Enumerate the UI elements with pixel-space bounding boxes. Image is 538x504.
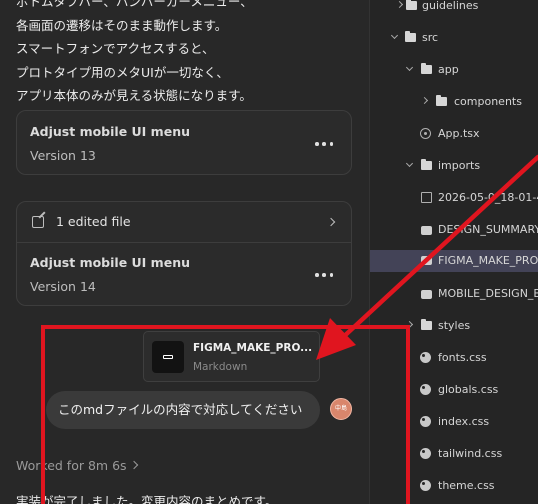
tree-item-components[interactable]: components	[370, 92, 538, 112]
markdown-file-icon	[421, 226, 432, 235]
css-file-icon	[420, 384, 431, 395]
message-line: ボトムタブバー、ハンバーガーメニュー、	[16, 0, 253, 9]
chevron-right-icon	[395, 0, 404, 9]
tree-item-src[interactable]: src	[370, 28, 538, 48]
css-file-icon	[420, 352, 431, 363]
folder-icon	[436, 95, 447, 106]
tree-item-label: FIGMA_MAKE_PRO	[438, 254, 538, 267]
css-file-icon	[420, 416, 431, 427]
annotation-highlight-box	[41, 325, 410, 504]
tree-item-label: src	[422, 31, 439, 44]
css-file-icon	[420, 480, 431, 491]
tree-item-label: imports	[438, 159, 481, 172]
divider	[17, 242, 351, 243]
tree-item-guidelines[interactable]: guidelines	[370, 0, 538, 16]
more-options-icon[interactable]	[315, 141, 333, 147]
chevron-down-icon	[405, 159, 414, 168]
tree-item-label: 2026-05-0_18-01-4	[438, 191, 538, 204]
version-card: 1 edited file Adjust mobile UI menu Vers…	[16, 201, 352, 306]
tree-item-design-summary[interactable]: DESIGN_SUMMARY	[370, 220, 538, 240]
folder-icon	[421, 159, 432, 170]
folder-icon	[405, 31, 416, 42]
tree-item-label: globals.css	[438, 383, 499, 396]
tree-item-app[interactable]: app	[370, 60, 538, 80]
edit-file-icon	[32, 216, 44, 228]
tree-item-label: index.css	[438, 415, 490, 428]
version-card-title: Adjust mobile UI menu	[30, 124, 190, 139]
tree-item-imports[interactable]: imports	[370, 156, 538, 176]
chevron-right-icon[interactable]	[326, 217, 336, 227]
tree-item-label: guidelines	[422, 0, 479, 12]
react-icon	[420, 128, 431, 139]
tree-item-label: MOBILE_DESIGN_B	[438, 287, 538, 300]
message-line: プロトタイプ用のメタUIが一切なく、	[16, 64, 229, 80]
tree-item-label: components	[454, 95, 522, 108]
version-label: Version 14	[30, 279, 96, 294]
folder-icon	[421, 63, 432, 74]
markdown-file-icon	[421, 290, 432, 299]
tree-item-label: fonts.css	[438, 351, 487, 364]
tree-item-mobile-design[interactable]: MOBILE_DESIGN_B	[370, 284, 538, 304]
tree-item-image[interactable]: 2026-05-0_18-01-4	[370, 188, 538, 208]
folder-icon	[421, 319, 432, 330]
markdown-file-icon	[421, 256, 432, 265]
version-card-title: Adjust mobile UI menu	[30, 255, 190, 270]
tree-item-label: theme.css	[438, 479, 495, 492]
chevron-down-icon	[390, 31, 399, 40]
tree-item-figma-make[interactable]: FIGMA_MAKE_PRO	[370, 250, 538, 272]
edited-files-label[interactable]: 1 edited file	[56, 214, 131, 229]
version-card[interactable]: Adjust mobile UI menu Version 13	[16, 110, 352, 175]
message-line: アプリ本体のみが見える状態になります。	[16, 88, 252, 103]
assistant-message: ボトムタブバー、ハンバーガーメニュー、 各画面の遷移はそのまま動作します。 スマ…	[16, 0, 361, 108]
chevron-down-icon	[405, 63, 414, 72]
tree-item-app-tsx[interactable]: App.tsx	[370, 124, 538, 144]
tree-item-label: App.tsx	[438, 127, 480, 140]
tree-item-label: tailwind.css	[438, 447, 503, 460]
chevron-right-icon	[420, 96, 429, 105]
message-line: スマートフォンでアクセスすると、	[16, 41, 215, 56]
image-file-icon	[421, 192, 432, 203]
version-label: Version 13	[30, 148, 96, 163]
tree-item-label: app	[438, 63, 459, 76]
message-line: 各画面の遷移はそのまま動作します。	[16, 17, 228, 33]
tree-item-label: DESIGN_SUMMARY	[438, 223, 538, 236]
css-file-icon	[420, 448, 431, 459]
folder-icon	[406, 0, 417, 10]
tree-item-label: styles	[438, 319, 471, 332]
more-options-icon[interactable]	[315, 272, 333, 278]
